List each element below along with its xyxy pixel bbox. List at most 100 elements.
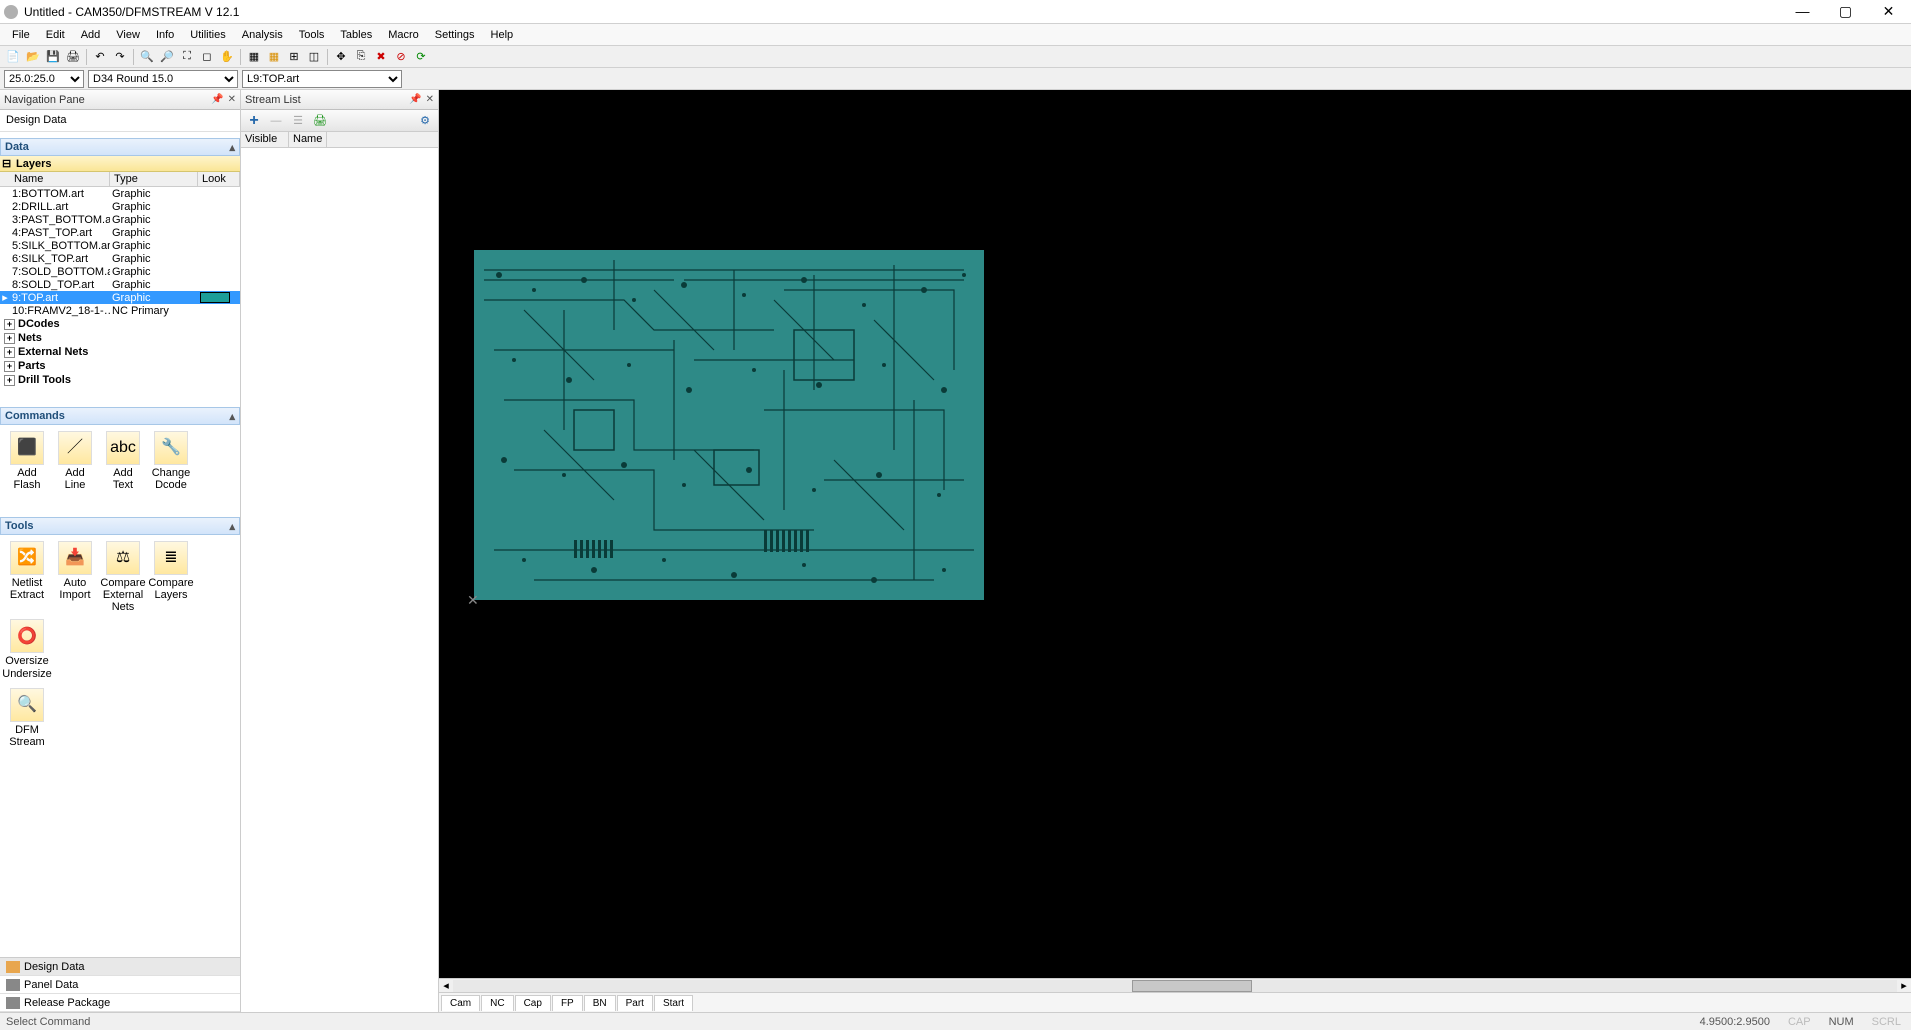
- cmd-add-line[interactable]: ／Add Line: [52, 429, 98, 493]
- layer-row[interactable]: 4:PAST_TOP.artGraphic: [0, 226, 240, 239]
- list-icon[interactable]: ☰: [289, 112, 307, 130]
- close-button[interactable]: ✕: [1876, 3, 1901, 20]
- pcb-viewport[interactable]: ✕: [439, 90, 1911, 978]
- zoom-out-icon[interactable]: 🔎: [158, 48, 176, 66]
- pan-icon[interactable]: ✋: [218, 48, 236, 66]
- menu-macro[interactable]: Macro: [380, 27, 427, 43]
- tab-start[interactable]: Start: [654, 995, 693, 1011]
- close-pane-icon[interactable]: ✕: [228, 94, 236, 105]
- zoom-in-icon[interactable]: 🔍: [138, 48, 156, 66]
- tab-cam[interactable]: Cam: [441, 995, 480, 1011]
- layer-row[interactable]: 8:SOLD_TOP.artGraphic: [0, 278, 240, 291]
- scroll-thumb[interactable]: [1132, 980, 1252, 992]
- titlebar: Untitled - CAM350/DFMSTREAM V 12.1 — ▢ ✕: [0, 0, 1911, 24]
- layer-row[interactable]: ▸9:TOP.artGraphic: [0, 291, 240, 304]
- tree-nets[interactable]: +Nets: [0, 331, 240, 345]
- zoom-select[interactable]: 25.0:25.0: [4, 70, 84, 88]
- menu-info[interactable]: Info: [148, 27, 182, 43]
- dcode-select[interactable]: D34 Round 15.0: [88, 70, 238, 88]
- menu-view[interactable]: View: [108, 27, 148, 43]
- stream-table-header: Visible Name: [241, 132, 438, 148]
- refresh-icon[interactable]: ⟳: [412, 48, 430, 66]
- pin-icon[interactable]: 📌: [409, 94, 421, 105]
- tab-design-data[interactable]: Design Data: [0, 958, 240, 976]
- print-stream-icon[interactable]: 🖨: [311, 112, 329, 130]
- navigation-pane: Navigation Pane 📌 ✕ Design Data Data▴ ⊟L…: [0, 90, 241, 1012]
- tree-external-nets[interactable]: +External Nets: [0, 345, 240, 359]
- tab-cap[interactable]: Cap: [515, 995, 551, 1011]
- layer-row[interactable]: 2:DRILL.artGraphic: [0, 200, 240, 213]
- print-icon[interactable]: 🖨: [64, 48, 82, 66]
- layer-icon[interactable]: ▦: [245, 48, 263, 66]
- layer-row[interactable]: 10:FRAMV2_18-1-…NC Primary: [0, 304, 240, 317]
- copy-icon[interactable]: ⎘: [352, 48, 370, 66]
- tab-panel-data[interactable]: Panel Data: [0, 976, 240, 994]
- window-controls: — ▢ ✕: [1790, 3, 1901, 20]
- cmd-add-flash[interactable]: ⬛Add Flash: [4, 429, 50, 493]
- design-data-tab[interactable]: Design Data: [0, 110, 240, 132]
- tool-oversize-undersize[interactable]: ⭕Oversize Undersize: [4, 617, 50, 681]
- undo-icon[interactable]: ↶: [91, 48, 109, 66]
- tab-part[interactable]: Part: [617, 995, 653, 1011]
- scroll-right-icon[interactable]: ▸: [1897, 979, 1911, 992]
- stop-icon[interactable]: ⊘: [392, 48, 410, 66]
- layer-row[interactable]: 7:SOLD_BOTTOM.artGraphic: [0, 265, 240, 278]
- tools-grid: 🔀Netlist Extract📥Auto Import⚖Compare Ext…: [4, 539, 236, 750]
- new-icon[interactable]: 📄: [4, 48, 22, 66]
- tool-compare-layers[interactable]: ≣Compare Layers: [148, 539, 194, 615]
- grid-icon[interactable]: ▦: [265, 48, 283, 66]
- menu-help[interactable]: Help: [483, 27, 522, 43]
- layer-row[interactable]: 3:PAST_BOTTOM.artGraphic: [0, 213, 240, 226]
- status-message: Select Command: [6, 1016, 90, 1028]
- menu-settings[interactable]: Settings: [427, 27, 483, 43]
- cmd-change-dcode[interactable]: 🔧Change Dcode: [148, 429, 194, 493]
- menu-add[interactable]: Add: [73, 27, 109, 43]
- menu-analysis[interactable]: Analysis: [234, 27, 291, 43]
- layer-row[interactable]: 1:BOTTOM.artGraphic: [0, 187, 240, 200]
- delete-icon[interactable]: ✖: [372, 48, 390, 66]
- tab-bn[interactable]: BN: [584, 995, 616, 1011]
- scroll-left-icon[interactable]: ◂: [439, 979, 453, 992]
- tree-parts[interactable]: +Parts: [0, 359, 240, 373]
- commands-grid: ⬛Add Flash／Add LineabcAdd Text🔧Change Dc…: [4, 429, 236, 493]
- zoom-fit-icon[interactable]: ⛶: [178, 48, 196, 66]
- minimize-button[interactable]: —: [1790, 3, 1815, 20]
- maximize-button[interactable]: ▢: [1833, 3, 1858, 20]
- menu-tables[interactable]: Tables: [332, 27, 380, 43]
- tree-dcodes[interactable]: +DCodes: [0, 317, 240, 331]
- tab-release-package[interactable]: Release Package: [0, 994, 240, 1012]
- gear-icon[interactable]: ⚙: [416, 112, 434, 130]
- cmd-add-text[interactable]: abcAdd Text: [100, 429, 146, 493]
- menu-file[interactable]: File: [4, 27, 38, 43]
- zoom-window-icon[interactable]: ◻: [198, 48, 216, 66]
- select-icon[interactable]: ◫: [305, 48, 323, 66]
- move-icon[interactable]: ✥: [332, 48, 350, 66]
- remove-icon[interactable]: —: [267, 112, 285, 130]
- layer-row[interactable]: 6:SILK_TOP.artGraphic: [0, 252, 240, 265]
- tools-section-header[interactable]: Tools▴: [0, 517, 240, 535]
- tab-nc[interactable]: NC: [481, 995, 513, 1011]
- menu-utilities[interactable]: Utilities: [182, 27, 233, 43]
- open-icon[interactable]: 📂: [24, 48, 42, 66]
- pin-icon[interactable]: 📌: [211, 94, 223, 105]
- redo-icon[interactable]: ↷: [111, 48, 129, 66]
- menu-tools[interactable]: Tools: [291, 27, 333, 43]
- layer-row[interactable]: 5:SILK_BOTTOM.artGraphic: [0, 239, 240, 252]
- horizontal-scrollbar[interactable]: ◂ ▸: [439, 978, 1911, 992]
- tool-dfm-stream[interactable]: 🔍DFM Stream: [4, 686, 50, 750]
- save-icon[interactable]: 💾: [44, 48, 62, 66]
- dropdown-row: 25.0:25.0 D34 Round 15.0 L9:TOP.art: [0, 68, 1911, 90]
- tree-drill-tools[interactable]: +Drill Tools: [0, 373, 240, 387]
- tab-fp[interactable]: FP: [552, 995, 583, 1011]
- snap-icon[interactable]: ⊞: [285, 48, 303, 66]
- close-pane-icon[interactable]: ✕: [426, 94, 434, 105]
- add-icon[interactable]: +: [245, 112, 263, 130]
- layers-header[interactable]: ⊟Layers: [0, 156, 240, 172]
- commands-section-header[interactable]: Commands▴: [0, 407, 240, 425]
- tool-compare-external-nets[interactable]: ⚖Compare External Nets: [100, 539, 146, 615]
- menu-edit[interactable]: Edit: [38, 27, 73, 43]
- tool-auto-import[interactable]: 📥Auto Import: [52, 539, 98, 615]
- data-section-header[interactable]: Data▴: [0, 138, 240, 156]
- tool-netlist-extract[interactable]: 🔀Netlist Extract: [4, 539, 50, 615]
- layer-select[interactable]: L9:TOP.art: [242, 70, 402, 88]
